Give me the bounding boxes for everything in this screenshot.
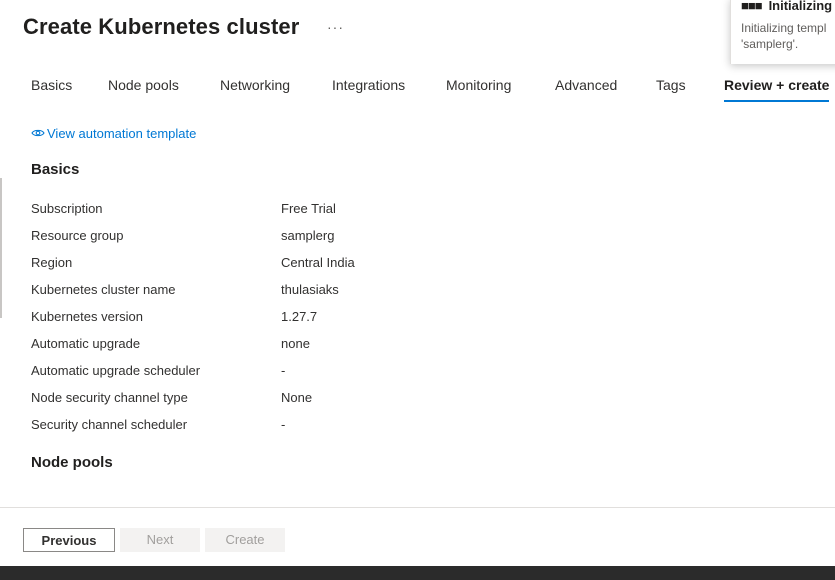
notification-body-line2: 'samplerg'. [741,37,799,51]
next-button[interactable]: Next [120,528,200,552]
view-automation-template-link[interactable]: View automation template [31,126,196,141]
label-upgrade-scheduler: Automatic upgrade scheduler [31,363,201,378]
tab-review-create[interactable]: Review + create [724,77,830,102]
footer-divider [0,507,835,508]
value-kubernetes-version: 1.27.7 [281,309,318,324]
tab-monitoring[interactable]: Monitoring [446,77,511,93]
notification-toast[interactable]: ■■■ Initializing d Initializing templ 's… [730,0,835,64]
tab-basics[interactable]: Basics [31,77,72,93]
tab-tags[interactable]: Tags [656,77,686,93]
wizard-tabs: Basics Node pools Networking Integration… [0,72,835,102]
label-node-security-channel: Node security channel type [31,390,188,405]
label-subscription: Subscription [31,201,103,216]
value-upgrade-scheduler: - [281,363,286,378]
label-resource-group: Resource group [31,228,124,243]
label-security-channel-scheduler: Security channel scheduler [31,417,188,432]
value-subscription: Free Trial [281,201,336,216]
tab-advanced[interactable]: Advanced [555,77,617,93]
previous-button[interactable]: Previous [23,528,115,552]
tab-networking[interactable]: Networking [220,77,290,93]
notification-body-line1: Initializing templ [741,21,827,35]
value-cluster-name: thulasiaks [281,282,339,297]
label-region: Region [31,255,73,270]
value-region: Central India [281,255,355,270]
section-title-basics: Basics [31,161,80,178]
page-title: Create Kubernetes cluster [23,14,300,39]
section-title-node-pools: Node pools [31,454,113,471]
left-edge-divider [0,178,2,318]
value-security-channel-scheduler: - [281,417,286,432]
create-button[interactable]: Create [205,528,285,552]
tab-node-pools[interactable]: Node pools [108,77,179,93]
value-node-security-channel: None [281,390,313,405]
label-automatic-upgrade: Automatic upgrade [31,336,141,351]
taskbar-strip [0,566,835,580]
tab-integrations[interactable]: Integrations [332,77,405,93]
progress-dots-icon: ■■■ [741,0,763,13]
more-options-icon[interactable]: ··· [327,19,344,35]
eye-icon [31,126,47,141]
automation-link-label: View automation template [47,126,197,141]
label-cluster-name: Kubernetes cluster name [31,282,176,297]
value-automatic-upgrade: none [281,336,310,351]
notification-title: Initializing d [768,0,835,13]
value-resource-group: samplerg [281,228,335,243]
label-kubernetes-version: Kubernetes version [31,309,144,324]
